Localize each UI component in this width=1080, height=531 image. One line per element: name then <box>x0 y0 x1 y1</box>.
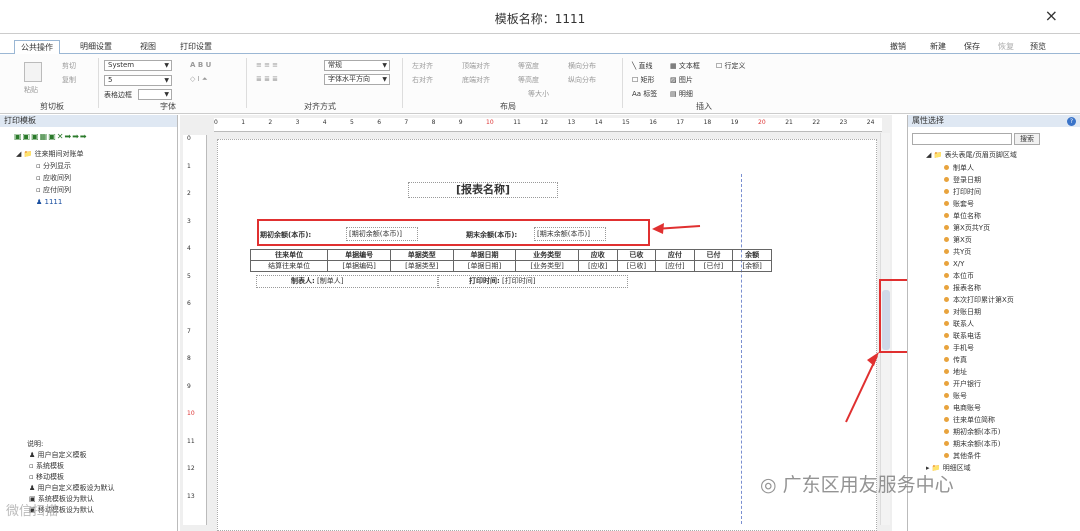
property-item[interactable]: 报表名称 <box>944 282 1014 294</box>
help-icon[interactable]: ? <box>1067 117 1076 126</box>
property-search-input[interactable] <box>912 133 1012 145</box>
property-item[interactable]: 电商账号 <box>944 402 1014 414</box>
property-item[interactable]: 本位币 <box>944 270 1014 282</box>
property-item[interactable]: 账号 <box>944 390 1014 402</box>
property-item[interactable]: X/Y <box>944 258 1014 270</box>
right-panel: 属性选择 ? 搜索 ◢ 📁 表头表尾/页眉页脚区域 制单人 登录日期 打印时间 账套号… <box>907 115 1080 531</box>
property-item[interactable]: 账套号 <box>944 198 1014 210</box>
property-item[interactable]: 开户银行 <box>944 378 1014 390</box>
property-item[interactable]: 地址 <box>944 366 1014 378</box>
property-item[interactable]: 其他条件 <box>944 450 1014 462</box>
watermark-service-center: ◎ 广东区用友服务中心 <box>760 474 954 496</box>
property-group[interactable]: ◢ 📁 表头表尾/页眉页脚区域 <box>926 150 1017 160</box>
watermark-scan: 微信扫描 <box>6 504 59 519</box>
property-item[interactable]: 第X页共Y页 <box>944 222 1014 234</box>
property-item[interactable]: 手机号 <box>944 342 1014 354</box>
property-item[interactable]: 本次打印累计第X页 <box>944 294 1014 306</box>
property-item[interactable]: 单位名称 <box>944 210 1014 222</box>
property-item[interactable]: 联系人 <box>944 318 1014 330</box>
property-item[interactable]: 对账日期 <box>944 306 1014 318</box>
property-item[interactable]: 打印时间 <box>944 186 1014 198</box>
property-item[interactable]: 期初余额(本币) <box>944 426 1014 438</box>
property-item[interactable]: 传真 <box>944 354 1014 366</box>
right-panel-title: 属性选择 <box>908 115 1080 127</box>
property-item[interactable]: 共Y页 <box>944 246 1014 258</box>
property-item[interactable]: 往来单位简称 <box>944 414 1014 426</box>
search-button[interactable]: 搜索 <box>1014 133 1040 145</box>
property-list: 制单人 登录日期 打印时间 账套号 单位名称 第X页共Y页 第X页 共Y页 X/Y 本位币 报表名称… <box>944 162 1014 462</box>
property-item[interactable]: 联系电话 <box>944 330 1014 342</box>
property-item[interactable]: 期末余额(本币) <box>944 438 1014 450</box>
property-item[interactable]: 登录日期 <box>944 174 1014 186</box>
property-item[interactable]: 第X页 <box>944 234 1014 246</box>
property-item[interactable]: 制单人 <box>944 162 1014 174</box>
